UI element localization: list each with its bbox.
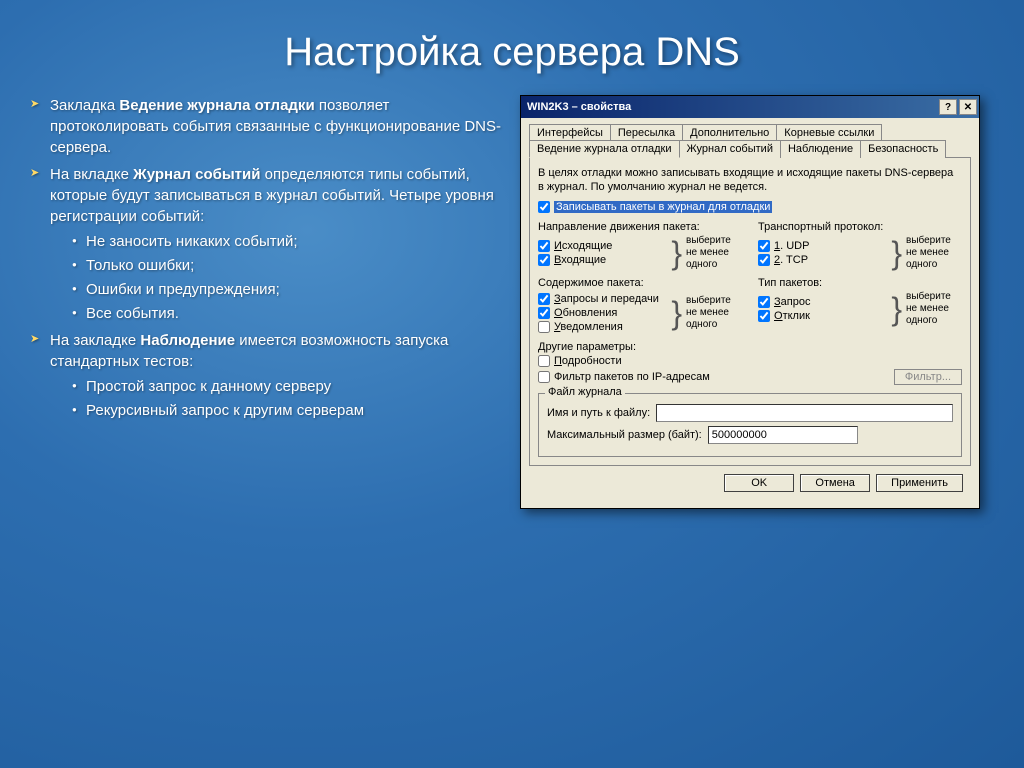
ipfilter-checkbox[interactable] — [538, 371, 550, 383]
direction-label: Направление движения пакета: — [538, 221, 742, 233]
path-input[interactable] — [656, 404, 953, 422]
tab-monitoring[interactable]: Наблюдение — [780, 140, 861, 158]
incoming-checkbox[interactable] — [538, 254, 550, 266]
brace-icon: } — [891, 237, 902, 269]
tab-row-1: Интерфейсы Пересылка Дополнительно Корне… — [529, 124, 971, 141]
transport-note: выберите не менее одного — [906, 235, 962, 271]
slide-content: Закладка Ведение журнала отладки позволя… — [0, 95, 1024, 509]
properties-dialog: WIN2K3 – свойства ? ✕ Интерфейсы Пересыл… — [520, 95, 980, 509]
log-packets-label: Записывать пакеты в журнал для отладки — [554, 201, 772, 213]
tab-panel: В целях отладки можно записывать входящи… — [529, 157, 971, 466]
tab-debug-logging[interactable]: Ведение журнала отладки — [529, 140, 680, 158]
tab-forwarding[interactable]: Пересылка — [610, 124, 683, 141]
logfile-group: Файл журнала Имя и путь к файлу: Максима… — [538, 393, 962, 457]
direction-note: выберите не менее одного — [686, 235, 742, 271]
close-button[interactable]: ✕ — [959, 99, 977, 115]
sub-bullet: Только ошибки; — [50, 255, 510, 276]
logfile-group-title: Файл журнала — [545, 386, 625, 398]
notifications-checkbox[interactable] — [538, 321, 550, 333]
cancel-button[interactable]: Отмена — [800, 474, 870, 492]
transport-label: Транспортный протокол: — [758, 221, 962, 233]
size-input[interactable] — [708, 426, 858, 444]
path-label: Имя и путь к файлу: — [547, 407, 650, 419]
sub-bullet: Простой запрос к данному серверу — [50, 376, 510, 397]
response-checkbox[interactable] — [758, 310, 770, 322]
brace-icon: } — [891, 293, 902, 325]
help-button[interactable]: ? — [939, 99, 957, 115]
sub-bullet: Ошибки и предупреждения; — [50, 279, 510, 300]
tab-row-2: Ведение журнала отладки Журнал событий Н… — [529, 141, 971, 158]
other-label: Другие параметры: — [538, 341, 962, 353]
queries-checkbox[interactable] — [538, 293, 550, 305]
tab-advanced[interactable]: Дополнительно — [682, 124, 777, 141]
tcp-checkbox[interactable] — [758, 254, 770, 266]
sub-bullet: Рекурсивный запрос к другим серверам — [50, 400, 510, 421]
dialog-title: WIN2K3 – свойства — [527, 101, 937, 113]
sub-bullet: Не заносить никаких событий; — [50, 231, 510, 252]
tab-interfaces[interactable]: Интерфейсы — [529, 124, 611, 141]
size-label: Максимальный размер (байт): — [547, 429, 702, 441]
udp-checkbox[interactable] — [758, 240, 770, 252]
ptype-note: выберите не менее одного — [906, 291, 962, 327]
dialog-buttons: OK Отмена Применить — [529, 466, 971, 500]
ok-button[interactable]: OK — [724, 474, 794, 492]
bullet-item: На вкладке Журнал событий определяются т… — [30, 164, 510, 324]
request-checkbox[interactable] — [758, 296, 770, 308]
content-note: выберите не менее одного — [686, 295, 742, 331]
filter-button[interactable]: Фильтр... — [894, 369, 962, 385]
outgoing-checkbox[interactable] — [538, 240, 550, 252]
ptype-label: Тип пакетов: — [758, 277, 962, 289]
log-packets-checkbox[interactable] — [538, 201, 550, 213]
tab-security[interactable]: Безопасность — [860, 140, 946, 158]
brace-icon: } — [671, 297, 682, 329]
content-label: Содержимое пакета: — [538, 277, 742, 289]
details-checkbox[interactable] — [538, 355, 550, 367]
bullet-list: Закладка Ведение журнала отладки позволя… — [30, 95, 510, 509]
sub-bullet: Все события. — [50, 303, 510, 324]
apply-button[interactable]: Применить — [876, 474, 963, 492]
bullet-item: На закладке Наблюдение имеется возможнос… — [30, 330, 510, 421]
updates-checkbox[interactable] — [538, 307, 550, 319]
slide-title: Настройка сервера DNS — [0, 0, 1024, 95]
dialog-titlebar: WIN2K3 – свойства ? ✕ — [521, 96, 979, 118]
brace-icon: } — [671, 237, 682, 269]
tab-root-hints[interactable]: Корневые ссылки — [776, 124, 882, 141]
tab-event-log[interactable]: Журнал событий — [679, 140, 781, 158]
info-text: В целях отладки можно записывать входящи… — [538, 166, 962, 195]
bullet-item: Закладка Ведение журнала отладки позволя… — [30, 95, 510, 158]
